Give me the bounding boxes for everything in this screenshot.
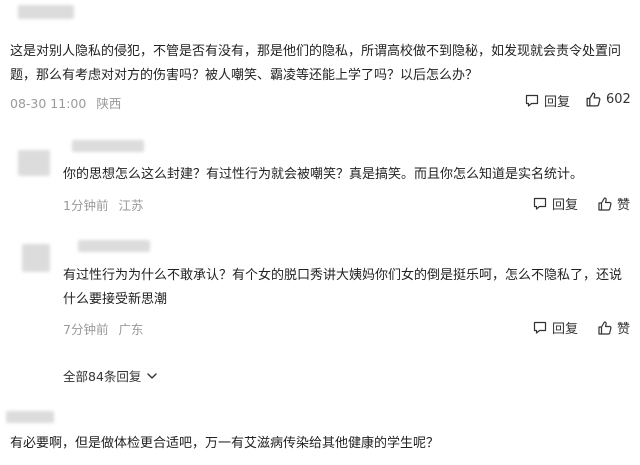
reply-location: 广东 [118,322,144,337]
thumbs-up-icon [585,91,602,108]
reply-time: 1分钟前 [63,198,109,213]
username-blurred[interactable] [18,5,74,19]
reply-meta: 7分钟前 广东 [63,319,143,338]
reply-text: 你的思想怎么这么封建？有过性行为就会被嘲笑？真是搞笑。而且你怎么知道是实名统计。 [63,167,584,182]
comment-icon [532,196,548,212]
reply-label: 回复 [544,95,571,110]
thumbs-up-icon [597,320,613,336]
comment-icon [532,320,548,336]
view-all-replies-button[interactable]: 全部84条回复 [63,366,159,385]
reply-username-blurred[interactable] [72,140,144,152]
reply-meta: 1分钟前 江苏 [63,195,143,214]
like-button[interactable]: 赞 [597,194,630,213]
like-button[interactable]: 602 [585,91,631,108]
reply-avatar-blurred[interactable] [22,244,50,272]
view-all-replies-label: 全部84条回复 [63,369,142,384]
like-label: 赞 [617,322,631,337]
comment-text: 有必要啊，但是做体检更合适吧，万一有艾滋病传染给其他健康的学生呢？ [10,436,440,451]
reply-label: 回复 [552,322,579,337]
chevron-down-icon [145,369,159,383]
like-count: 602 [606,92,631,107]
reply-username-blurred[interactable] [78,240,150,252]
reply-label: 回复 [552,198,579,213]
reply-location: 江苏 [118,198,144,213]
thumbs-up-icon [597,196,613,212]
reply-button[interactable]: 回复 [524,91,570,110]
reply-text: 有过性行为为什么不敢承认？有个女的脱口秀讲大姨妈你们女的倒是挺乐呵，怎么不隐私了… [63,268,623,307]
comment-time: 08-30 11:00 [10,96,87,111]
comment-text: 这是对别人隐私的侵犯，不管是否有没有，那是他们的隐私，所谓高校做不到隐秘，如发现… [10,44,622,83]
reply-time: 7分钟前 [63,322,109,337]
like-label: 赞 [617,198,631,213]
reply-button[interactable]: 回复 [532,318,578,337]
like-button[interactable]: 赞 [597,318,630,337]
comment-icon [524,93,540,109]
comment-meta: 08-30 11:00 陕西 [10,93,121,112]
reply-avatar-blurred[interactable] [18,150,50,176]
username-blurred[interactable] [6,411,54,423]
reply-button[interactable]: 回复 [532,194,578,213]
comment-location: 陕西 [96,96,122,111]
